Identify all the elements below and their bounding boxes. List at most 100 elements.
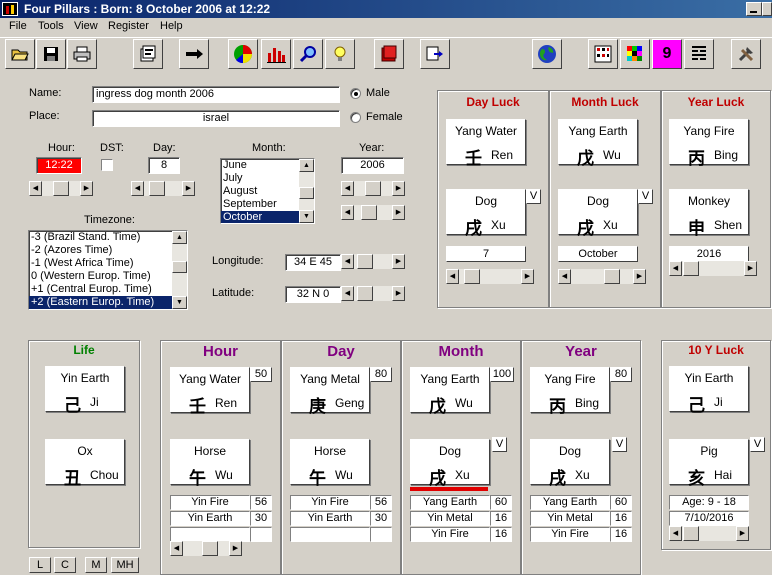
day-scrollbar[interactable]: ◀ ▶ [131,181,195,196]
minimize-button[interactable] [746,2,762,16]
day-luck-scrollbar[interactable]: ◀ ▶ [446,269,534,284]
day-field[interactable]: 8 [148,157,180,174]
save-disk-icon[interactable] [36,39,66,69]
hour-branch-card[interactable]: Horse 午 Wu [170,439,250,489]
branch-name: Dog [438,444,461,458]
branch-pinyin: Chou [90,468,119,482]
month-branch-v-button[interactable]: V [492,437,507,452]
stem-pinyin: Geng [335,396,365,410]
arrow-right-icon[interactable] [179,39,209,69]
lightbulb-icon[interactable] [325,39,355,69]
globe-icon[interactable] [532,39,562,69]
nine-button[interactable]: 9 [652,39,682,69]
stem-name: Yang Water [178,372,242,386]
male-radio[interactable] [350,88,361,99]
bar-chart-icon[interactable] [261,39,291,69]
l-button[interactable]: L [29,557,51,573]
color-grid-icon[interactable] [620,39,650,69]
m-button[interactable]: M [85,557,107,573]
pie-chart-icon[interactable] [228,39,258,69]
year-luck-branch-card[interactable]: Monkey 申 Shen [669,189,749,239]
year-luck-scrollbar[interactable]: ◀ ▶ [669,261,757,276]
life-branch-card[interactable]: Ox 丑 Chou [45,439,125,489]
latitude-field[interactable]: 32 N 0 [285,286,341,303]
c-button[interactable]: C [54,557,76,573]
maximize-button[interactable] [762,2,772,16]
menu-tools[interactable]: Tools [38,20,64,32]
month-stem-card[interactable]: Yang Earth 戊 Wu [410,367,490,417]
month-listbox[interactable]: June July August September October ▲ ▼ [220,158,315,224]
longitude-scrollbar[interactable]: ◀ ▶ [341,254,405,269]
timezone-option[interactable]: -1 (West Africa Time) [29,257,187,270]
ten-year-branch-card[interactable]: Pig 亥 Hai [669,439,749,489]
longitude-label: Longitude: [212,255,264,267]
tools-icon[interactable] [731,39,761,69]
day-luck-branch-card[interactable]: Dog 戌 Xu [446,189,526,239]
hour-pillar-scrollbar[interactable]: ◀ ▶ [170,541,242,556]
day-luck-v-button[interactable]: V [526,189,541,204]
year-branch-card[interactable]: Dog 戌 Xu [530,439,610,489]
year-label: Year: [359,142,385,154]
latitude-scrollbar[interactable]: ◀ ▶ [341,286,405,301]
longitude-field[interactable]: 34 E 45 [285,254,341,271]
hour-scrollbar[interactable]: ◀ ▶ [29,181,93,196]
menu-file[interactable]: File [9,20,27,32]
timezone-listbox[interactable]: -3 (Brazil Stand. Time) -2 (Azores Time)… [28,230,188,310]
female-radio[interactable] [350,112,361,123]
month-option-selected[interactable]: October [221,211,299,223]
day-luck-stem-card[interactable]: Yang Water 壬 Ren [446,119,526,169]
timezone-option[interactable]: +1 (Central Europ. Time) [29,283,187,296]
life-stem-card[interactable]: Yin Earth 己 Ji [45,366,125,416]
hour-stem-card[interactable]: Yang Water 壬 Ren [170,367,250,417]
month-luck-branch-card[interactable]: Dog 戌 Xu [558,189,638,239]
export-icon[interactable] [420,39,450,69]
magnifier-icon[interactable] [293,39,323,69]
hour-field[interactable]: 12:22 [36,157,82,174]
menu-view[interactable]: View [74,20,98,32]
dst-checkbox[interactable] [101,159,113,171]
place-field[interactable]: israel [92,110,340,127]
mh-button[interactable]: MH [111,557,139,573]
book-icon[interactable] [374,39,404,69]
branch-name: Dog [474,194,497,208]
ten-year-stem-card[interactable]: Yin Earth 己 Ji [669,366,749,416]
day-branch-card[interactable]: Horse 午 Wu [290,439,370,489]
stem-char: 戊 [577,149,594,169]
year-decade-scrollbar[interactable]: ◀ ▶ [341,205,405,220]
day-stem-card[interactable]: Yang Metal 庚 Geng [290,367,370,417]
timezone-option[interactable]: 0 (Western Europ. Time) [29,270,187,283]
month-branch-card[interactable]: Dog 戌 Xu [410,439,490,489]
year-stem-card[interactable]: Yang Fire 丙 Bing [530,367,610,417]
menu-register[interactable]: Register [108,20,149,32]
month-luck-scrollbar[interactable]: ◀ ▶ [558,269,646,284]
timezone-option-selected[interactable]: +2 (Eastern Europ. Time) [29,296,172,309]
month-scrollbar[interactable]: ▲ ▼ [299,159,314,223]
year-branch-v-button[interactable]: V [612,437,627,452]
timezone-option[interactable]: -2 (Azores Time) [29,244,187,257]
grid-calendar-icon[interactable] [588,39,618,69]
stem-pinyin: Wu [455,396,473,410]
name-field[interactable]: ingress dog month 2006 [92,86,340,103]
lines-icon[interactable] [684,39,714,69]
timezone-option[interactable]: -3 (Brazil Stand. Time) [29,231,187,244]
ten-year-date: 7/10/2016 [669,511,749,526]
stem-name: Yang Water [454,124,518,138]
ten-year-scrollbar[interactable]: ◀ ▶ [669,526,749,541]
life-panel: Life Yin Earth 己 Ji Ox 丑 Chou [28,340,140,548]
ten-year-v-button[interactable]: V [750,437,765,452]
properties-icon[interactable] [133,39,163,69]
day-stem-score: 80 [370,367,392,382]
hidden-stem-3 [290,527,370,542]
branch-pinyin: Xu [491,218,506,232]
year-pillar-title: Year [565,343,597,360]
year-field[interactable]: 2006 [341,157,404,174]
year-luck-stem-card[interactable]: Yang Fire 丙 Bing [669,119,749,169]
menu-help[interactable]: Help [160,20,183,32]
hour-pillar-title: Hour [203,343,238,360]
open-folder-icon[interactable] [5,39,35,69]
month-luck-stem-card[interactable]: Yang Earth 戊 Wu [558,119,638,169]
month-luck-v-button[interactable]: V [638,189,653,204]
year-scrollbar[interactable]: ◀ ▶ [341,181,405,196]
print-icon[interactable] [67,39,97,69]
timezone-scrollbar[interactable]: ▲ ▼ [172,231,187,309]
